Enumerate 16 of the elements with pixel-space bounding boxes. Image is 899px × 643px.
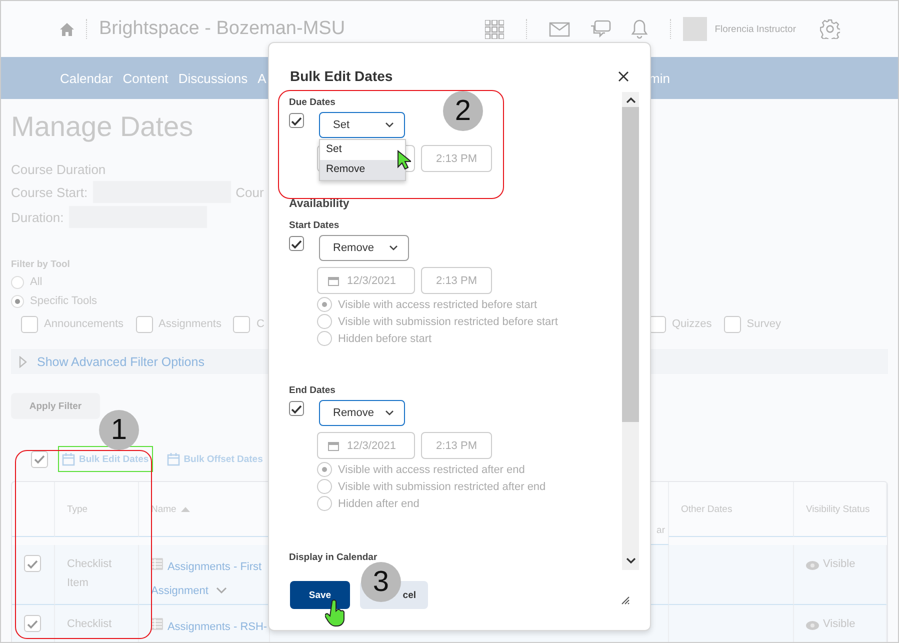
- radio-label: Hidden before start: [338, 332, 432, 344]
- section-label: End Dates: [289, 385, 336, 396]
- column-header: Visibility Status: [794, 482, 887, 537]
- dialog-title: Bulk Edit Dates: [290, 68, 393, 84]
- radio-label: Visible with submission restricted before start: [338, 316, 558, 328]
- radio-label: Visible with submission restricted after end: [338, 480, 546, 492]
- section-label: Due Dates: [289, 97, 336, 108]
- section-label: Display in Calendar: [289, 552, 378, 563]
- radio-label: Visible with access restricted after end: [338, 464, 525, 476]
- radio-label: Hidden after end: [338, 498, 420, 510]
- section-label: Start Dates: [289, 220, 340, 231]
- section-heading: Availability: [289, 198, 350, 210]
- column-header: ar: [656, 525, 665, 536]
- column-header: Other Dates: [669, 482, 794, 537]
- radio-label: Visible with access restricted before start: [338, 298, 538, 310]
- step-badge: 1: [99, 410, 139, 450]
